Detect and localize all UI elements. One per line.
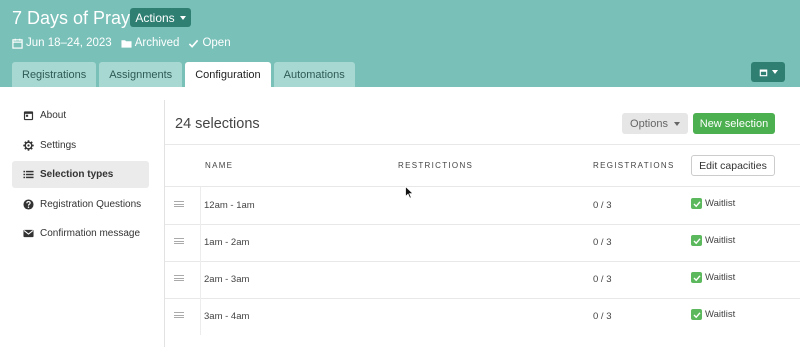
table-row[interactable]: 12am - 1am 0 / 3 Waitlist	[165, 187, 800, 224]
selection-name: 12am - 1am	[204, 200, 255, 211]
selection-count: 24 selections	[175, 116, 260, 132]
divider	[200, 261, 201, 298]
drag-handle-icon[interactable]	[174, 201, 184, 207]
event-meta: Jun 18–24, 2023 Archived Open	[12, 37, 231, 49]
waitlist-toggle[interactable]: Waitlist	[691, 198, 735, 209]
registration-count: 0 / 3	[593, 200, 612, 211]
registration-count: 0 / 3	[593, 274, 612, 285]
sidebar-item-confirmation-message[interactable]: Confirmation message	[12, 220, 149, 247]
checkbox-checked-icon[interactable]	[691, 309, 702, 320]
drag-handle-icon[interactable]	[174, 238, 184, 244]
waitlist-label: Waitlist	[705, 198, 736, 209]
registration-count: 0 / 3	[593, 311, 612, 322]
table-row[interactable]: 1am - 2am 0 / 3 Waitlist	[165, 224, 800, 261]
tab-automations[interactable]: Automations	[273, 62, 355, 87]
date-range-text: Jun 18–24, 2023	[26, 37, 112, 49]
envelope-icon	[23, 229, 34, 238]
chevron-down-icon	[179, 15, 186, 20]
sidebar-item-about[interactable]: About	[12, 102, 149, 129]
open-text: Open	[202, 37, 231, 49]
check-icon	[189, 39, 199, 48]
folder-icon	[121, 39, 132, 48]
sidebar-item-label: About	[40, 110, 67, 121]
archived-text: Archived	[134, 37, 180, 49]
selection-name: 3am - 4am	[204, 311, 250, 322]
checkbox-checked-icon[interactable]	[691, 235, 702, 246]
calendar-dropdown-button[interactable]	[751, 62, 785, 82]
calendar-icon	[759, 69, 767, 76]
config-sidebar: About Settings Selection types Registrat…	[12, 102, 149, 250]
selection-name: 1am - 2am	[204, 237, 250, 248]
registration-count: 0 / 3	[593, 237, 612, 248]
drag-handle-icon[interactable]	[174, 275, 184, 281]
question-icon	[23, 198, 34, 210]
sidebar-item-registration-questions[interactable]: Registration Questions	[12, 191, 149, 218]
options-button[interactable]: Options	[622, 113, 688, 134]
new-selection-button[interactable]: New selection	[693, 113, 775, 134]
table-row[interactable]: 3am - 4am 0 / 3 Waitlist	[165, 298, 800, 335]
gear-icon	[23, 139, 34, 151]
open-status: Open	[188, 37, 231, 49]
sidebar-item-label: Confirmation message	[40, 228, 141, 239]
date-range: Jun 18–24, 2023	[12, 37, 112, 49]
selection-name: 2am - 3am	[204, 274, 250, 285]
sidebar-item-label: Selection types	[40, 169, 114, 180]
divider	[165, 144, 800, 145]
actions-button[interactable]: Actions	[130, 8, 191, 27]
tab-configuration[interactable]: Configuration	[185, 62, 271, 87]
divider	[200, 187, 201, 224]
column-header-name: NAME	[205, 161, 234, 170]
waitlist-label: Waitlist	[705, 309, 736, 320]
actions-label: Actions	[135, 10, 175, 25]
sidebar-item-label: Registration Questions	[40, 198, 142, 210]
waitlist-toggle[interactable]: Waitlist	[691, 309, 735, 320]
options-label: Options	[630, 117, 668, 130]
checkbox-checked-icon[interactable]	[691, 198, 702, 209]
edit-capacities-button[interactable]: Edit capacities	[691, 155, 775, 176]
page-header: 7 Days of Prayer Actions Jun 18–24, 2023…	[0, 0, 800, 87]
chevron-down-icon	[673, 121, 680, 126]
checkbox-checked-icon[interactable]	[691, 272, 702, 283]
sidebar-item-selection-types[interactable]: Selection types	[12, 161, 149, 188]
calendar-icon	[12, 38, 23, 49]
table-row[interactable]: 2am - 3am 0 / 3 Waitlist	[165, 261, 800, 298]
tab-assignments[interactable]: Assignments	[99, 62, 183, 87]
tab-registrations[interactable]: Registrations	[12, 62, 97, 87]
chevron-down-icon	[771, 70, 778, 74]
column-header-registrations: REGISTRATIONS	[593, 161, 675, 170]
waitlist-toggle[interactable]: Waitlist	[691, 235, 735, 246]
calendar-icon	[23, 111, 34, 121]
sidebar-item-settings[interactable]: Settings	[12, 132, 149, 159]
archived-status: Archived	[121, 37, 180, 49]
waitlist-label: Waitlist	[705, 235, 736, 246]
divider	[200, 224, 201, 261]
divider	[200, 298, 201, 335]
column-header-restrictions: RESTRICTIONS	[398, 161, 474, 170]
mouse-cursor-icon	[405, 186, 414, 199]
waitlist-label: Waitlist	[705, 272, 736, 283]
tab-bar: Registrations Assignments Configuration …	[12, 62, 355, 87]
selection-types-panel: 24 selections Options New selection NAME…	[165, 100, 800, 347]
sidebar-item-label: Settings	[40, 139, 77, 151]
drag-handle-icon[interactable]	[174, 312, 184, 318]
page-title: 7 Days of Prayer	[12, 8, 147, 28]
list-icon	[23, 170, 34, 179]
waitlist-toggle[interactable]: Waitlist	[691, 272, 735, 283]
